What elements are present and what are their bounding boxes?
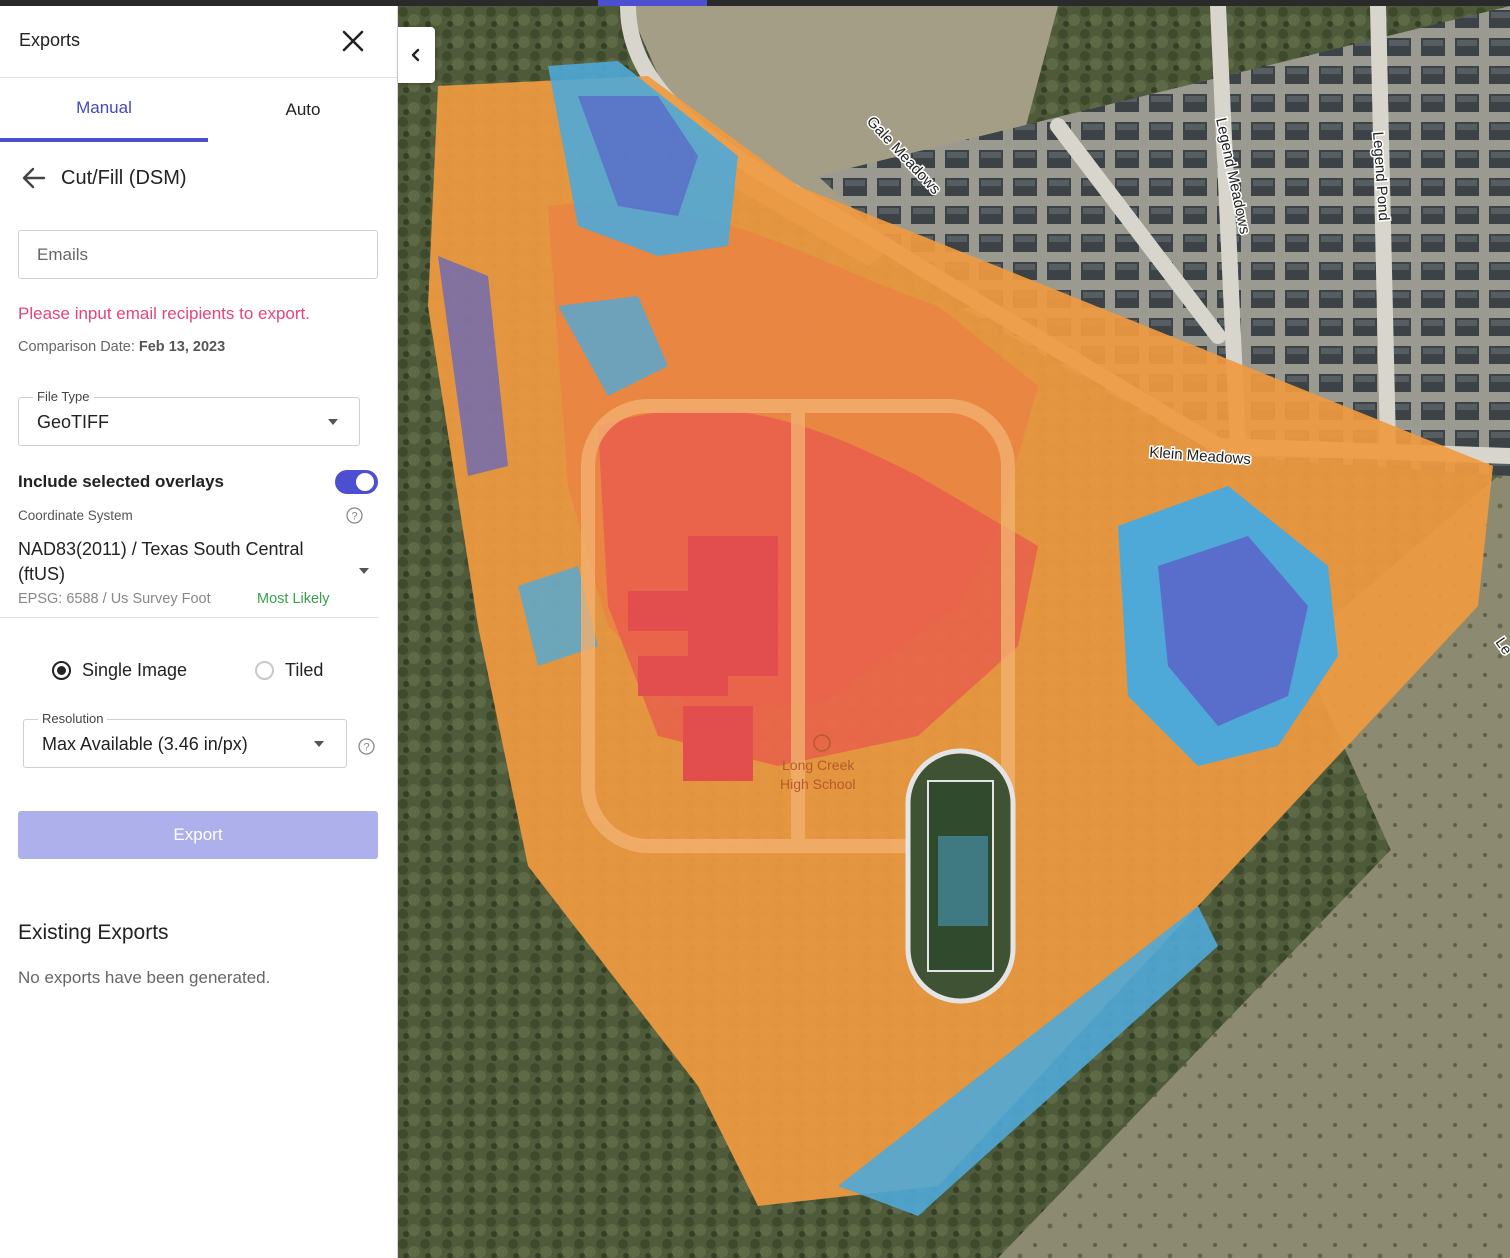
tab-manual[interactable]: Manual	[0, 78, 208, 142]
resolution-value: Max Available (3.46 in/px)	[42, 734, 248, 754]
comparison-date-label: Comparison Date:	[18, 339, 135, 355]
map-canvas: Gale Meadows Legend Meadows Legend Pond …	[398, 6, 1510, 1258]
help-icon[interactable]: ?	[346, 507, 363, 524]
radio-dot	[57, 666, 66, 675]
arrow-left-icon[interactable]	[20, 164, 48, 192]
resolution-label: Resolution	[38, 711, 108, 726]
file-type-value: GeoTIFF	[37, 412, 110, 432]
coordinate-system-label: Coordinate System	[18, 508, 133, 523]
existing-exports-title: Existing Exports	[18, 921, 169, 944]
comparison-date: Comparison Date: Feb 13, 2023	[18, 339, 225, 355]
no-exports-text: No exports have been generated.	[18, 968, 271, 987]
caret-down-icon	[314, 741, 324, 747]
resolution-select[interactable]: Resolution Max Available (3.46 in/px)	[23, 711, 347, 768]
map-view[interactable]: Gale Meadows Legend Meadows Legend Pond …	[398, 6, 1510, 1258]
comparison-date-value: Feb 13, 2023	[138, 339, 226, 355]
close-icon[interactable]	[338, 26, 368, 56]
radio-single-image[interactable]	[52, 661, 71, 680]
poi-label-line-1: Long Creek	[782, 757, 855, 773]
help-icon[interactable]: ?	[358, 738, 375, 755]
emails-input[interactable]	[18, 230, 378, 279]
email-error-text: Please input email recipients to export.	[18, 304, 310, 323]
include-overlays-label: Include selected overlays	[18, 472, 224, 491]
panel-header: Exports	[0, 6, 398, 78]
exports-panel: Exports Manual Auto Cut/Fill (DSM) Pleas…	[0, 6, 398, 1258]
collapse-panel-button[interactable]	[398, 27, 435, 83]
panel-title: Exports	[19, 30, 81, 50]
coordinate-system-value: NAD83(2011) / Texas South Central (ftUS)	[18, 539, 304, 584]
file-type-select[interactable]: File Type GeoTIFF	[18, 389, 360, 446]
svg-text:?: ?	[363, 742, 369, 754]
most-likely-badge: Most Likely	[257, 591, 330, 607]
export-button[interactable]: Export	[18, 811, 378, 859]
epsg-text: EPSG: 6588 / Us Survey Foot	[18, 591, 211, 607]
caret-down-icon	[359, 568, 369, 574]
tiled-label[interactable]: Tiled	[285, 660, 323, 681]
radio-tiled[interactable]	[255, 661, 274, 680]
include-overlays-toggle[interactable]	[335, 470, 378, 494]
file-type-label: File Type	[33, 389, 94, 404]
tab-auto[interactable]: Auto	[208, 78, 398, 142]
single-image-label[interactable]: Single Image	[82, 660, 187, 681]
caret-down-icon	[328, 419, 338, 425]
chevron-left-icon	[411, 48, 420, 62]
export-tabs: Manual Auto	[0, 78, 398, 142]
section-title: Cut/Fill (DSM)	[61, 167, 187, 189]
poi-label-line-2: High School	[780, 776, 856, 792]
toggle-knob	[356, 473, 374, 491]
svg-text:?: ?	[351, 511, 357, 523]
coordinate-system-select[interactable]: NAD83(2011) / Texas South Central (ftUS)…	[0, 532, 378, 618]
